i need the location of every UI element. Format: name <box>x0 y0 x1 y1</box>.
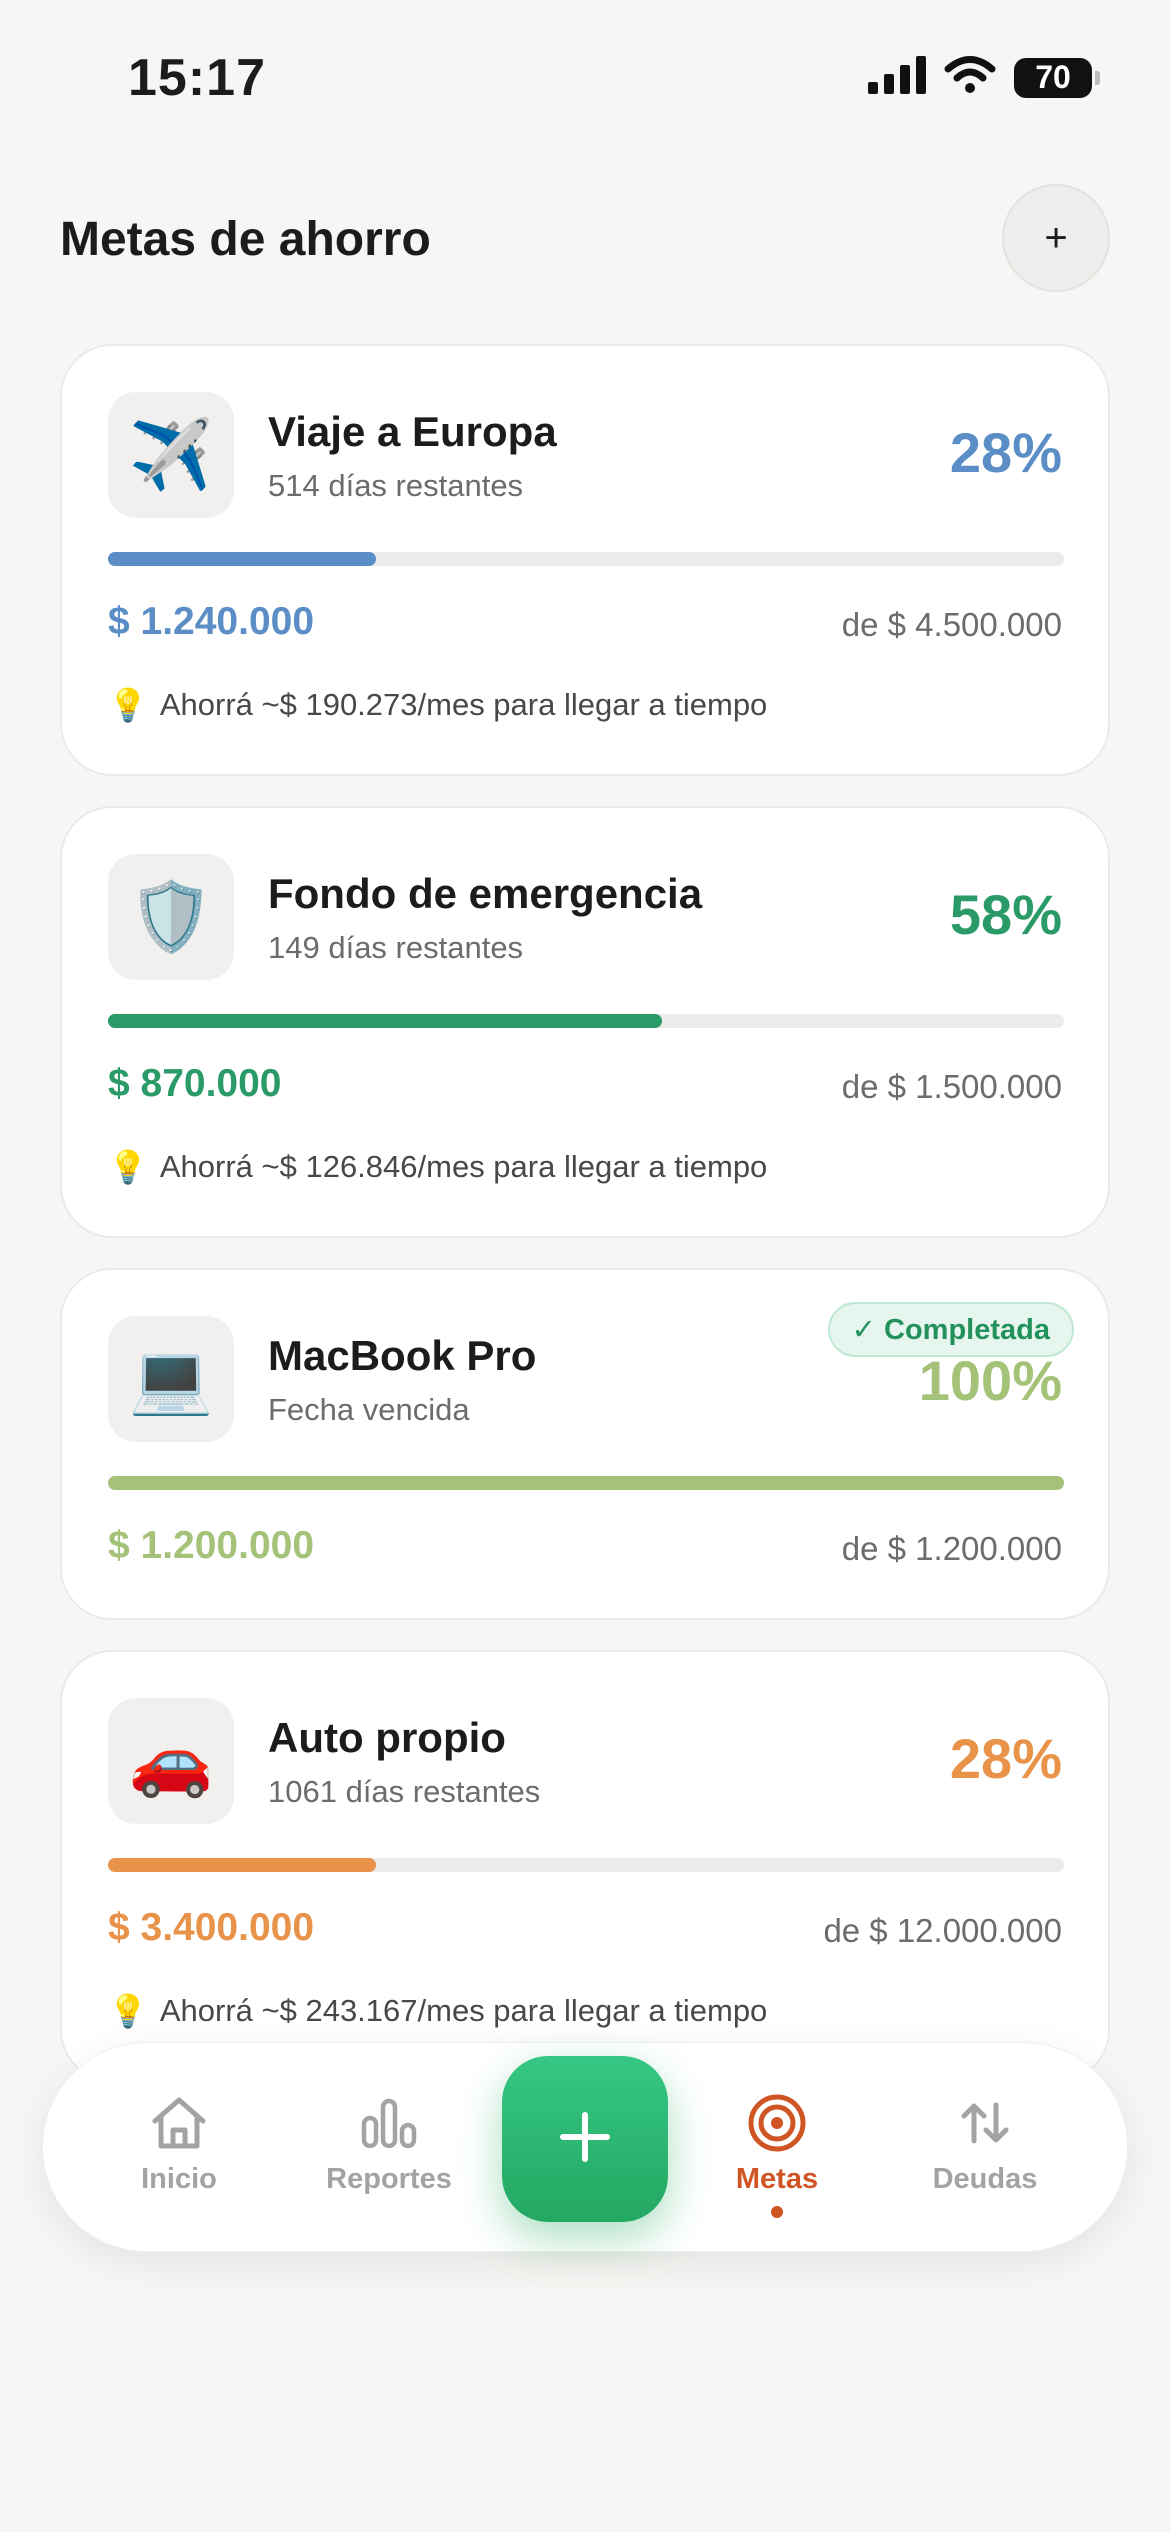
goal-percent: 100% <box>918 1349 1062 1412</box>
goal-days-remaining: 149 días restantes <box>268 930 524 965</box>
goal-progress-fill <box>108 1476 1064 1490</box>
transfer-arrows-icon <box>959 2091 1011 2155</box>
goal-progress-track <box>108 1014 1064 1028</box>
plus-icon <box>559 2111 611 2168</box>
goal-name: Auto propio <box>268 1714 506 1761</box>
goal-percent: 28% <box>949 421 1062 484</box>
goal-target-amount: de $ 1.500.000 <box>841 1068 1062 1105</box>
add-transaction-button[interactable] <box>502 2056 668 2222</box>
status-bar: 15:17 70 <box>0 0 1170 150</box>
plus-icon: + <box>1044 215 1068 260</box>
goal-saved-amount: $ 870.000 <box>108 1062 282 1105</box>
goal-card[interactable]: 💻 MacBook Pro Fecha vencida 100% ✓ Compl… <box>60 1268 1110 1620</box>
battery-level: 70 <box>1035 59 1071 95</box>
goal-name: MacBook Pro <box>268 1332 537 1379</box>
lightbulb-icon: 💡 <box>108 1993 148 2029</box>
goal-saved-amount: $ 3.400.000 <box>108 1906 315 1949</box>
goal-percent: 58% <box>949 883 1062 946</box>
wifi-icon <box>944 56 996 99</box>
airplane-icon: ✈️ <box>108 392 234 518</box>
goal-target-amount: de $ 4.500.000 <box>841 606 1062 643</box>
lightbulb-icon: 💡 <box>108 687 148 723</box>
tab-label: Reportes <box>326 2163 452 2195</box>
signal-icon <box>868 56 926 99</box>
goal-due-status: Fecha vencida <box>268 1392 470 1427</box>
goal-card[interactable]: ✈️ Viaje a Europa 514 días restantes 28%… <box>60 344 1110 776</box>
tab-label: Deudas <box>932 2163 1038 2195</box>
tab-deudas[interactable]: Deudas <box>915 2043 1055 2253</box>
laptop-icon: 💻 <box>108 1316 234 1442</box>
page-header: Metas de ahorro + <box>60 180 1110 292</box>
page-title: Metas de ahorro <box>60 213 431 266</box>
status-icons: 70 <box>868 56 1100 99</box>
goal-target-amount: de $ 12.000.000 <box>823 1912 1062 1949</box>
completed-badge: ✓ Completada <box>827 1302 1074 1357</box>
tab-metas[interactable]: Metas <box>707 2043 847 2253</box>
home-icon <box>149 2091 209 2155</box>
goal-progress-fill <box>108 1014 663 1028</box>
goal-percent: 28% <box>949 1727 1062 1790</box>
goal-saved-amount: $ 1.240.000 <box>108 600 315 643</box>
goal-saving-tip: 💡 Ahorrá ~$ 126.846/mes para llegar a ti… <box>108 1148 767 1186</box>
goal-card[interactable]: 🚗 Auto propio 1061 días restantes 28% $ … <box>60 1650 1110 2082</box>
goal-progress-fill <box>108 1858 376 1872</box>
goal-tip-text: Ahorrá ~$ 243.167/mes para llegar a tiem… <box>159 1993 768 2028</box>
status-time: 15:17 <box>128 49 266 107</box>
goal-list: ✈️ Viaje a Europa 514 días restantes 28%… <box>60 344 1110 2112</box>
goal-progress-track <box>108 552 1064 566</box>
goal-name: Viaje a Europa <box>268 408 557 455</box>
tab-reportes[interactable]: Reportes <box>309 2043 469 2253</box>
goal-saved-amount: $ 1.200.000 <box>108 1524 315 1567</box>
goal-card[interactable]: 🛡️ Fondo de emergencia 149 días restante… <box>60 806 1110 1238</box>
tab-label: Metas <box>735 2163 819 2195</box>
goal-saving-tip: 💡 Ahorrá ~$ 243.167/mes para llegar a ti… <box>108 1992 767 2030</box>
goal-progress-track <box>108 1476 1064 1490</box>
shield-icon: 🛡️ <box>108 854 234 980</box>
goal-days-remaining: 514 días restantes <box>268 468 524 503</box>
car-icon: 🚗 <box>108 1698 234 1824</box>
goal-name: Fondo de emergencia <box>268 870 703 917</box>
bar-chart-icon <box>361 2091 417 2155</box>
battery-icon: 70 <box>1014 57 1100 98</box>
goals-screen: 15:17 70 Metas de ahorro + ✈️ Viaje a Eu… <box>0 0 1170 2532</box>
goal-tip-text: Ahorrá ~$ 190.273/mes para llegar a tiem… <box>159 687 768 722</box>
tab-inicio[interactable]: Inicio <box>109 2043 249 2253</box>
goal-days-remaining: 1061 días restantes <box>268 1774 541 1809</box>
goal-tip-text: Ahorrá ~$ 126.846/mes para llegar a tiem… <box>159 1149 768 1184</box>
tab-label: Inicio <box>141 2163 217 2195</box>
goal-progress-fill <box>108 552 376 566</box>
active-tab-indicator <box>771 2206 783 2218</box>
add-goal-button[interactable]: + <box>1002 184 1110 292</box>
lightbulb-icon: 💡 <box>108 1149 148 1185</box>
goal-target-amount: de $ 1.200.000 <box>841 1530 1062 1567</box>
target-icon <box>747 2091 807 2155</box>
goal-saving-tip: 💡 Ahorrá ~$ 190.273/mes para llegar a ti… <box>108 686 767 724</box>
goal-progress-track <box>108 1858 1064 1872</box>
